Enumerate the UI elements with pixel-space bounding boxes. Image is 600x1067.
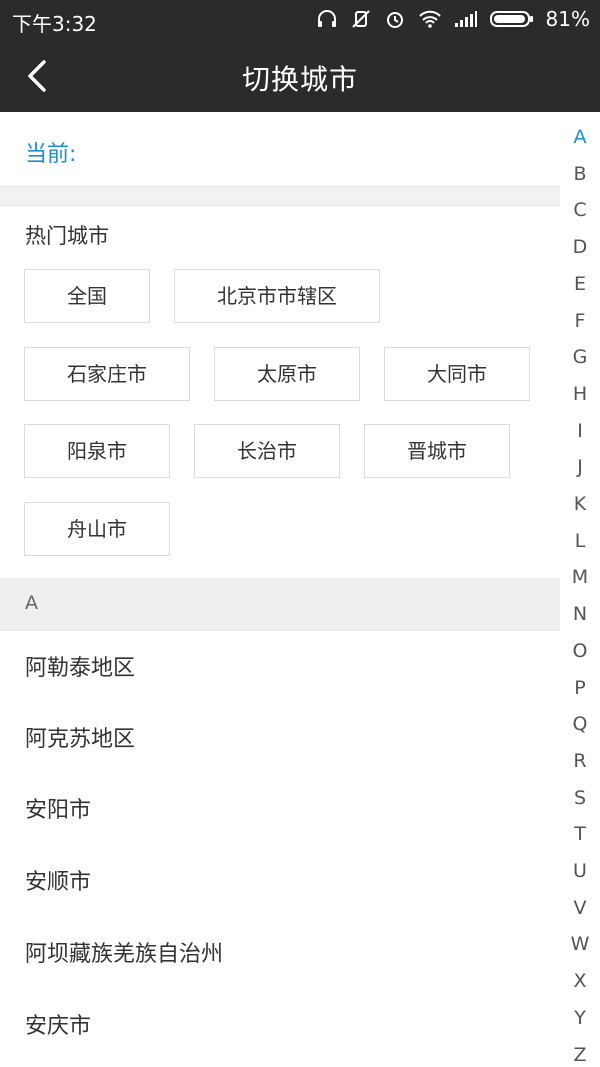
- index-letter-r[interactable]: R: [560, 750, 600, 772]
- city-name: 安顺市: [25, 870, 92, 895]
- city-name: 阿勒泰地区: [25, 656, 136, 681]
- hot-city-label: 太原市: [257, 362, 317, 386]
- city-name: 安阳市: [25, 798, 92, 823]
- index-letter-s[interactable]: S: [560, 787, 600, 809]
- hot-city-label: 石家庄市: [67, 362, 147, 386]
- hot-city-chip[interactable]: 北京市市辖区: [174, 269, 380, 323]
- index-letter-p[interactable]: P: [560, 677, 600, 699]
- battery-icon: [489, 9, 534, 29]
- hot-city-label: 阳泉市: [67, 439, 127, 463]
- hot-city-label: 全国: [67, 284, 107, 308]
- index-letter-h[interactable]: H: [560, 383, 600, 405]
- index-letter-z[interactable]: Z: [560, 1044, 600, 1066]
- hot-city-label: 长治市: [237, 439, 297, 463]
- index-letter-x[interactable]: X: [560, 970, 600, 992]
- index-letter-n[interactable]: N: [560, 603, 600, 625]
- hot-city-chip[interactable]: 大同市: [384, 347, 530, 401]
- index-letter-w[interactable]: W: [560, 933, 600, 955]
- index-letter-m[interactable]: M: [560, 566, 600, 588]
- index-letter-a[interactable]: A: [560, 126, 600, 148]
- hot-city-chip[interactable]: 舟山市: [24, 502, 170, 556]
- index-letter-q[interactable]: Q: [560, 713, 600, 735]
- battery-percent: 81%: [545, 7, 590, 31]
- city-name: 阿坝藏族羌族自治州: [25, 942, 224, 967]
- current-city-label: 当前:: [25, 142, 77, 167]
- hot-city-chip[interactable]: 太原市: [214, 347, 360, 401]
- list-item[interactable]: 安顺市: [0, 844, 560, 915]
- index-letter-c[interactable]: C: [560, 199, 600, 221]
- current-city-row: 当前:: [0, 112, 560, 186]
- index-letter-l[interactable]: L: [560, 530, 600, 552]
- hot-city-label: 舟山市: [67, 517, 127, 541]
- index-letter-d[interactable]: D: [560, 236, 600, 258]
- hot-city-chip[interactable]: 晋城市: [364, 424, 510, 478]
- hot-city-chip[interactable]: 长治市: [194, 424, 340, 478]
- index-letter-b[interactable]: B: [560, 163, 600, 185]
- index-letter-o[interactable]: O: [560, 640, 600, 662]
- index-letter-u[interactable]: U: [560, 860, 600, 882]
- hot-city-chip[interactable]: 石家庄市: [24, 347, 190, 401]
- hot-city-label: 北京市市辖区: [217, 284, 337, 308]
- wifi-icon: [418, 9, 442, 29]
- index-letter-e[interactable]: E: [560, 273, 600, 295]
- index-letter-j[interactable]: J: [560, 456, 600, 478]
- list-item[interactable]: 阿勒泰地区: [0, 630, 560, 701]
- status-time: 下午3:32: [12, 12, 97, 36]
- top-nav-bar: 切换城市: [0, 40, 600, 112]
- hot-city-label: 大同市: [427, 362, 487, 386]
- headphones-icon: [316, 8, 338, 30]
- hot-city-chip[interactable]: 全国: [24, 269, 150, 323]
- list-item[interactable]: 安阳市: [0, 772, 560, 843]
- list-item[interactable]: 阿克苏地区: [0, 701, 560, 772]
- index-letter-v[interactable]: V: [560, 897, 600, 919]
- city-name: 阿克苏地区: [25, 727, 136, 752]
- section-header-a: A: [0, 578, 560, 631]
- status-bar: 下午3:32 81%: [0, 0, 600, 40]
- hot-city-chip[interactable]: 阳泉市: [24, 424, 170, 478]
- index-letter-y[interactable]: Y: [560, 1007, 600, 1029]
- section-letter: A: [25, 592, 38, 614]
- index-letter-f[interactable]: F: [560, 310, 600, 332]
- index-letter-k[interactable]: K: [560, 493, 600, 515]
- index-letter-g[interactable]: G: [560, 346, 600, 368]
- alarm-icon: [384, 8, 406, 30]
- status-icons: 81%: [316, 7, 590, 31]
- city-name: 安庆市: [25, 1014, 92, 1039]
- hot-cities-title: 热门城市: [25, 224, 109, 248]
- index-letter-t[interactable]: T: [560, 823, 600, 845]
- list-item[interactable]: 安庆市: [0, 988, 560, 1059]
- hot-city-label: 晋城市: [407, 439, 467, 463]
- index-letter-i[interactable]: I: [560, 420, 600, 442]
- signal-icon: [454, 10, 478, 28]
- list-item[interactable]: 阿坝藏族羌族自治州: [0, 916, 560, 987]
- page-title: 切换城市: [241, 63, 358, 96]
- divider-band: [0, 186, 560, 206]
- vibrate-off-icon: [350, 8, 372, 30]
